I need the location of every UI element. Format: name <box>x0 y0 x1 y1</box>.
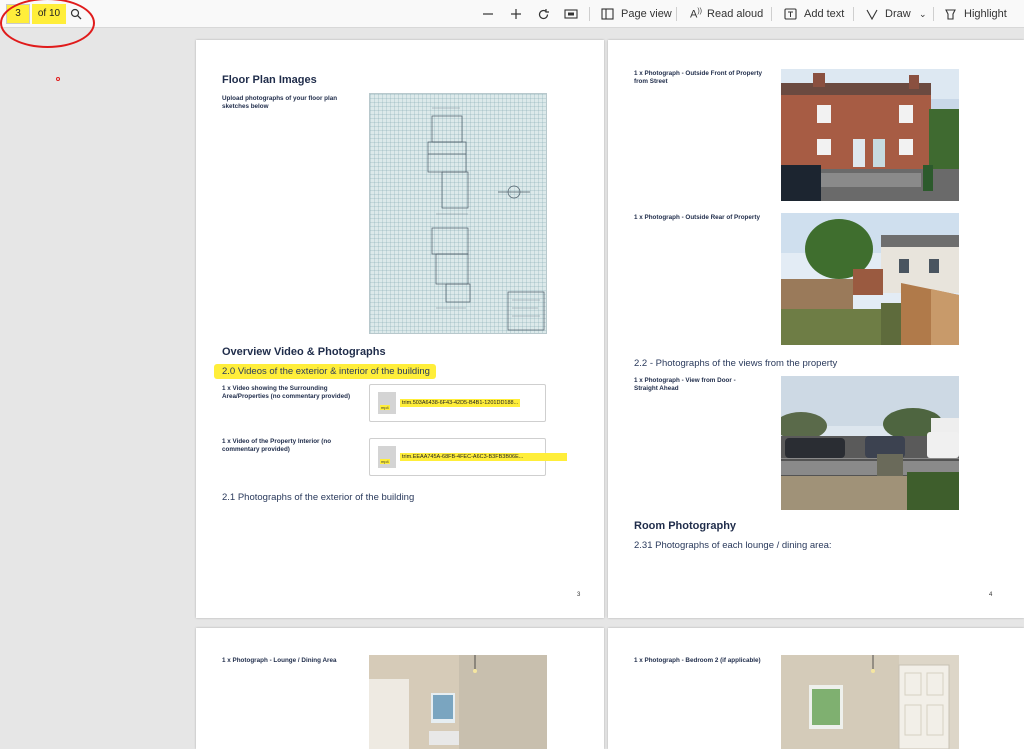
section-2-0-heading: 2.0 Videos of the exterior & interior of… <box>214 364 436 379</box>
video2-filename[interactable]: trim.EEAA745A-68FB-4FEC-A6C3-B3FB3B06E..… <box>400 453 567 461</box>
overview-title: Overview Video & Photographs <box>222 346 386 358</box>
page-view-icon <box>601 8 614 20</box>
highlight-label: Highlight <box>964 8 1007 20</box>
toolbar-divider <box>933 7 934 21</box>
highlighter-icon <box>944 8 957 21</box>
read-aloud-icon: A)) <box>690 7 703 21</box>
floor-plan-label: Upload photographs of your floor plan sk… <box>222 95 338 111</box>
search-icon[interactable] <box>70 5 82 23</box>
toolbar-divider <box>771 7 772 21</box>
video1-filename[interactable]: trim.503A6438-6F43-42D5-B4B1-1201DD188..… <box>400 399 521 407</box>
pdf-page-5: 1 x Photograph - Lounge / Dining Area <box>196 628 604 749</box>
photo-front-of-property <box>781 69 959 201</box>
pdf-page-6: 1 x Photograph - Bedroom 2 (if applicabl… <box>608 628 1024 749</box>
toolbar-divider <box>589 7 590 21</box>
section-2-2-heading: 2.2 - Photographs of the views from the … <box>634 358 838 369</box>
photo-view-label: 1 x Photograph - View from Door - Straig… <box>634 377 736 393</box>
video2-label: 1 x Video of the Property Interior (no c… <box>222 438 332 454</box>
draw-button[interactable]: Draw <box>866 5 911 23</box>
floor-plan-drawing <box>427 107 545 331</box>
photo-lounge-label: 1 x Photograph - Lounge / Dining Area <box>222 657 337 664</box>
photo-rear-of-property <box>781 213 959 345</box>
photo-lounge-dining-area <box>369 655 547 749</box>
photo-bedroom-label: 1 x Photograph - Bedroom 2 (if applicabl… <box>634 657 761 664</box>
pdf-page-4: 1 x Photograph - Outside Front of Proper… <box>608 40 1024 618</box>
add-text-icon <box>784 8 797 20</box>
draw-chevron-down-icon[interactable]: ⌄ <box>919 5 927 23</box>
toolbar-divider <box>853 7 854 21</box>
highlight-button[interactable]: Highlight <box>944 5 1007 23</box>
floor-plan-title: Floor Plan Images <box>222 74 317 86</box>
add-text-label: Add text <box>804 8 845 20</box>
page-number: 4 <box>989 592 993 598</box>
page-number-input[interactable]: 3 <box>6 4 30 24</box>
page-view-button[interactable]: Page view <box>601 5 672 23</box>
photo-bedroom-2 <box>781 655 959 749</box>
read-aloud-button[interactable]: A)) Read aloud <box>690 5 763 23</box>
zoom-in-icon[interactable] <box>510 5 522 23</box>
photo-rear-label: 1 x Photograph - Outside Rear of Propert… <box>634 214 760 221</box>
floor-plan-sketch-image <box>369 93 547 334</box>
pdf-toolbar: 3 of 10 Page view A)) Read aloud Add tex… <box>0 0 1024 28</box>
draw-icon <box>866 8 878 20</box>
section-2-1-heading: 2.1 Photographs of the exterior of the b… <box>222 492 415 503</box>
page-view-label: Page view <box>621 8 672 20</box>
fit-page-icon[interactable] <box>564 5 578 23</box>
video-file-icon: mp4 <box>378 446 396 468</box>
room-photography-title: Room Photography <box>634 520 737 532</box>
video1-label: 1 x Video showing the Surrounding Area/P… <box>222 385 351 401</box>
pdf-page-3: Floor Plan Images Upload photographs of … <box>196 40 604 618</box>
page-total-label: of 10 <box>32 4 66 24</box>
section-2-31-heading: 2.31 Photographs of each lounge / dining… <box>634 540 832 551</box>
video1-attachment[interactable]: mp4 trim.503A6438-6F43-42D5-B4B1-1201DD1… <box>369 384 546 422</box>
page-number: 3 <box>577 592 581 598</box>
add-text-button[interactable]: Add text <box>784 5 844 23</box>
toolbar-divider <box>676 7 677 21</box>
photo-view-from-door <box>781 376 959 510</box>
red-dot-annotation <box>56 77 60 81</box>
video2-attachment[interactable]: mp4 trim.EEAA745A-68FB-4FEC-A6C3-B3FB3B0… <box>369 438 567 476</box>
draw-label: Draw <box>885 8 911 20</box>
rotate-icon[interactable] <box>537 5 550 23</box>
read-aloud-label: Read aloud <box>707 8 764 20</box>
video-file-icon: mp4 <box>378 392 396 414</box>
photo-front-label: 1 x Photograph - Outside Front of Proper… <box>634 70 763 86</box>
zoom-out-icon[interactable] <box>482 5 494 23</box>
